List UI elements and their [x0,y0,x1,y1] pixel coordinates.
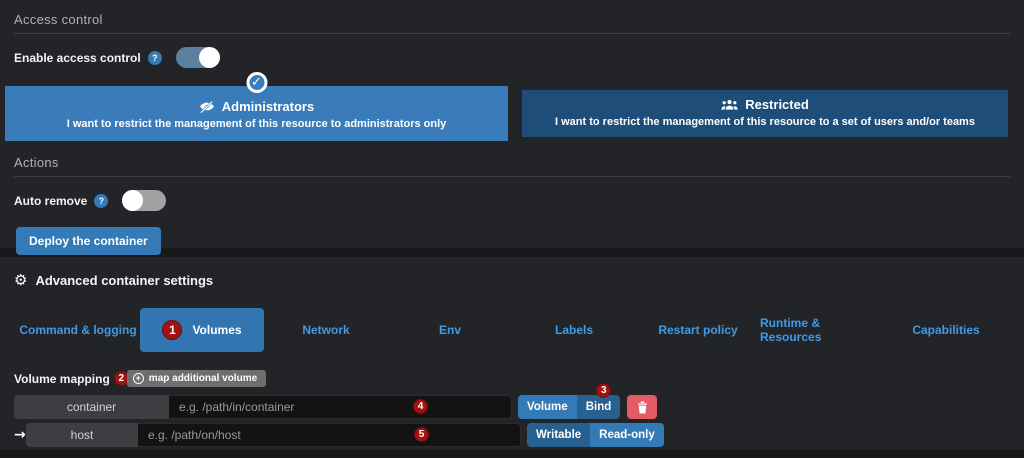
ownership-option-description: I want to restrict the management of thi… [530,116,1000,128]
help-icon[interactable]: ? [148,51,162,65]
volume-container-row: container 4 3 Volume Bind [14,395,1010,419]
volume-access-toggle-group: Writable Read-only [527,423,664,447]
enable-access-control-row: Enable access control ? [14,47,1010,68]
auto-remove-toggle[interactable] [122,190,166,211]
volume-type-toggle-group: 3 Volume Bind [518,395,620,419]
annotation-badge-4: 4 [413,399,428,414]
auto-remove-label: Auto remove [14,194,87,208]
tab-runtime-resources[interactable]: Runtime & Resources [760,308,884,352]
deploy-container-button[interactable]: Deploy the container [16,227,161,255]
help-icon[interactable]: ? [94,194,108,208]
plus-circle-icon: + [133,373,144,384]
users-icon [721,99,738,111]
advanced-settings-card: ⚙ Advanced container settings Command & … [0,257,1024,450]
access-control-section-title: Access control [14,10,1010,34]
ownership-options: ✓ Administrators I want to restrict the … [5,86,1008,141]
toggle-knob [199,47,220,68]
annotation-badge-5: 5 [414,427,429,442]
container-addon-label: container [14,395,169,419]
tab-volumes[interactable]: 1 Volumes [140,308,264,352]
tab-command-logging[interactable]: Command & logging [16,308,140,352]
gear-icon: ⚙ [14,273,27,288]
volume-type-button[interactable]: Volume [518,395,577,419]
trash-icon [637,401,648,414]
writable-button[interactable]: Writable [527,423,590,447]
remove-volume-button[interactable] [627,395,657,419]
access-control-card: Access control Enable access control ? ✓… [0,0,1024,248]
volume-mapping-header: Volume mapping 2 + map additional volume [14,370,1010,387]
annotation-badge-1: 1 [162,320,182,340]
ownership-option-administrators[interactable]: ✓ Administrators I want to restrict the … [5,86,508,141]
enable-access-control-toggle[interactable] [176,47,220,68]
host-path-input[interactable] [138,423,521,447]
readonly-button[interactable]: Read-only [590,423,664,447]
tab-env[interactable]: Env [388,308,512,352]
advanced-settings-header: ⚙ Advanced container settings [14,257,1010,288]
eye-slash-icon [199,100,215,113]
ownership-option-restricted[interactable]: Restricted I want to restrict the manage… [522,90,1008,137]
selected-check-icon: ✓ [246,72,267,93]
bind-type-button[interactable]: Bind [577,395,621,419]
tab-restart-policy[interactable]: Restart policy [636,308,760,352]
enable-access-control-label: Enable access control [14,51,141,65]
auto-remove-row: Auto remove ? [14,190,1010,211]
host-addon-label: host [26,423,138,447]
ownership-option-title: Restricted [745,97,809,112]
ownership-option-title: Administrators [222,99,314,114]
volume-host-row: → host 5 Writable Read-only [14,423,1010,447]
settings-tabs: Command & logging 1 Volumes Network Env … [16,308,1008,352]
container-path-input[interactable] [169,395,512,419]
advanced-settings-title: Advanced container settings [35,273,213,288]
map-additional-volume-button[interactable]: + map additional volume [127,370,266,387]
volume-mapping-title: Volume mapping [14,372,110,386]
ownership-option-description: I want to restrict the management of thi… [13,118,500,130]
tab-capabilities[interactable]: Capabilities [884,308,1008,352]
actions-section-title: Actions [14,153,1010,177]
arrow-right-icon: → [14,423,26,447]
toggle-knob [122,190,143,211]
tab-network[interactable]: Network [264,308,388,352]
tab-labels[interactable]: Labels [512,308,636,352]
